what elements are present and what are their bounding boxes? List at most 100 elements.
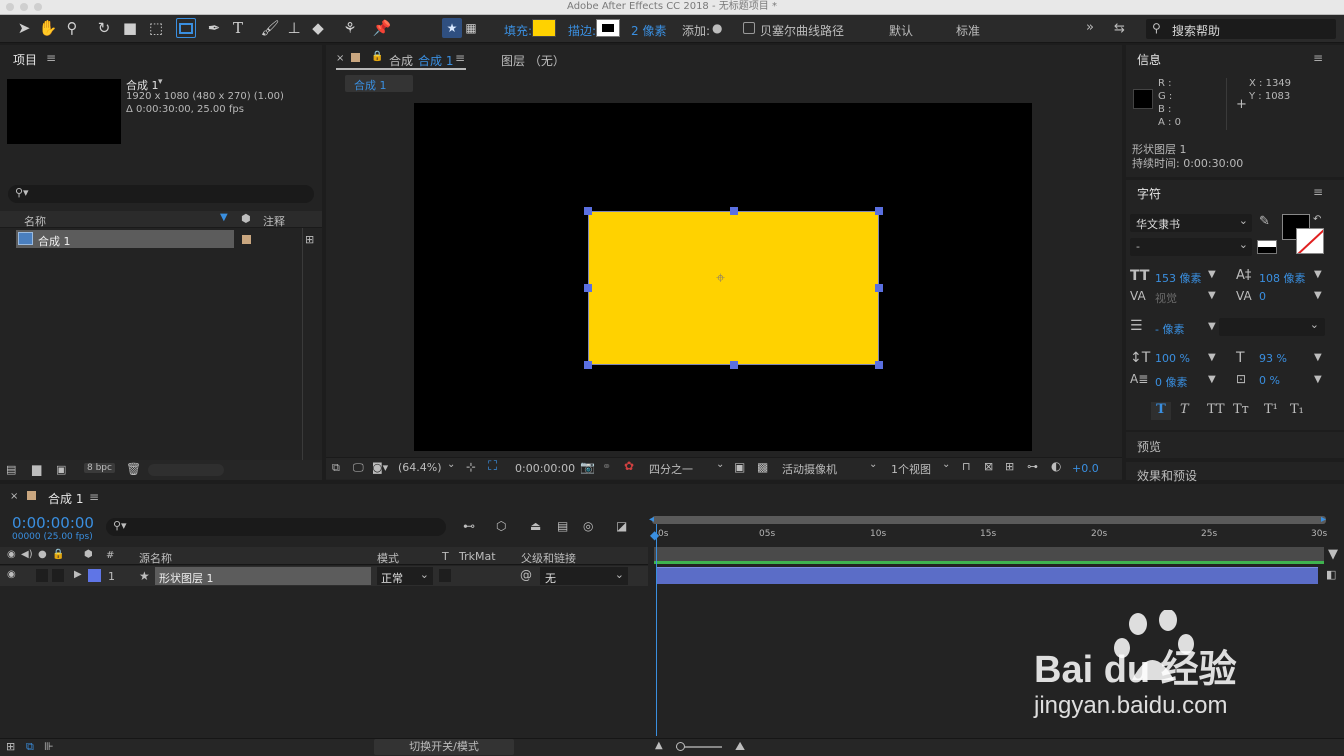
vertical-scale-value[interactable]: 100 %: [1155, 352, 1190, 365]
fast-preview-icon[interactable]: ▣: [734, 460, 745, 474]
window-close-button[interactable]: [6, 3, 14, 11]
pan-behind-tool-icon[interactable]: ⬚: [146, 18, 166, 38]
timeline-search-input[interactable]: ⚲▾: [106, 518, 446, 536]
shape-handle[interactable]: [584, 207, 592, 215]
shape-handle[interactable]: [730, 361, 738, 369]
region-of-interest-icon[interactable]: ⛶: [488, 459, 497, 474]
zoom-out-icon[interactable]: ▲: [655, 740, 663, 751]
shape-handle[interactable]: [875, 284, 883, 292]
zoom-dropdown[interactable]: (64.4%): [398, 461, 442, 474]
col-source-name[interactable]: 源名称: [139, 550, 172, 566]
font-family-dropdown[interactable]: 华文隶书 ⌄: [1130, 214, 1252, 232]
layer-switches-icon[interactable]: ⊞: [6, 740, 15, 753]
exposure-value[interactable]: +0.0: [1072, 462, 1099, 475]
all-caps-button[interactable]: TT: [1207, 402, 1225, 417]
kerning-chevron-icon[interactable]: ▼: [1208, 290, 1216, 301]
project-scrollbar[interactable]: [148, 464, 224, 476]
rectangle-tool-icon[interactable]: [176, 18, 196, 38]
parent-pickwhip-icon[interactable]: @: [520, 568, 532, 582]
solo-toggle-icon[interactable]: ●: [38, 549, 47, 560]
interpret-footage-icon[interactable]: ▤: [6, 463, 16, 476]
anchor-point-icon[interactable]: ⌖: [716, 268, 725, 288]
pen-tool-icon[interactable]: ✒: [204, 18, 224, 38]
timeline-menu-icon[interactable]: ≡: [89, 490, 99, 504]
type-tool-icon[interactable]: T: [228, 18, 248, 38]
stroke-width-chevron-icon[interactable]: ▼: [1208, 321, 1216, 332]
shape-handle[interactable]: [730, 207, 738, 215]
layer-end-icon[interactable]: ◧: [1326, 568, 1336, 581]
lock-toggle-icon[interactable]: 🔒: [52, 549, 64, 560]
resolution-dropdown[interactable]: 四分之一: [649, 461, 693, 477]
project-panel-title[interactable]: 项目: [13, 51, 37, 68]
flowchart-viewer-icon[interactable]: ⊶: [1027, 460, 1038, 473]
sync-settings-icon[interactable]: ⇆: [1114, 21, 1125, 36]
roto-brush-tool-icon[interactable]: ⚘: [340, 18, 360, 38]
fill-label[interactable]: 填充:: [504, 22, 532, 39]
show-snapshot-icon[interactable]: ⚭: [602, 460, 611, 473]
info-menu-icon[interactable]: ≡: [1313, 51, 1323, 65]
monitor-icon[interactable]: 🖵: [353, 461, 364, 475]
vertical-scale-chevron-icon[interactable]: ▼: [1208, 352, 1216, 363]
kerning-value[interactable]: 视觉: [1155, 290, 1177, 306]
timeline-zoom-knob[interactable]: [676, 742, 685, 751]
layer-row[interactable]: ◉ ▶ 1 ★ 形状图层 1 正常 ⌄ @ 无 ⌄: [0, 566, 648, 586]
stroke-width-value[interactable]: - 像素: [1155, 321, 1184, 337]
layer-visibility-icon[interactable]: ◉: [7, 569, 16, 580]
layer-mode-dropdown[interactable]: 正常 ⌄: [377, 567, 433, 585]
shy-layers-icon[interactable]: ⏏: [530, 519, 541, 533]
brush-tool-icon[interactable]: 🖌: [260, 18, 280, 38]
timeline-timecode[interactable]: 0:00:00:00: [12, 514, 94, 532]
draft-3d-timeline-icon[interactable]: ⬡: [496, 519, 506, 533]
workspace-default[interactable]: 默认: [889, 22, 913, 39]
preserve-transparency-box[interactable]: [439, 569, 451, 582]
snapshot-icon[interactable]: 📷: [580, 460, 595, 474]
time-navigator[interactable]: [652, 516, 1326, 524]
star-toggle-icon[interactable]: ★: [442, 18, 462, 38]
toggle-switches-modes-button[interactable]: 切换开关/模式: [374, 739, 514, 755]
project-menu-icon[interactable]: ≡: [46, 51, 56, 65]
label-tag-icon[interactable]: ⬢: [241, 212, 251, 225]
layer-label-color[interactable]: [88, 569, 101, 582]
views-chevron-icon[interactable]: ⌄: [942, 459, 950, 470]
new-folder-icon[interactable]: ▆: [32, 462, 41, 476]
font-size-value[interactable]: 153 像素: [1155, 270, 1202, 286]
superscript-button[interactable]: T¹: [1264, 402, 1278, 417]
reset-exposure-icon[interactable]: ◐: [1051, 459, 1061, 473]
zoom-tool-icon[interactable]: ⚲: [62, 18, 82, 38]
hand-tool-icon[interactable]: ✋: [38, 18, 58, 38]
playhead-line[interactable]: [656, 524, 657, 736]
flowchart-icon[interactable]: ⊞: [305, 233, 314, 246]
tsume-chevron-icon[interactable]: ▼: [1314, 374, 1322, 385]
character-menu-icon[interactable]: ≡: [1313, 185, 1323, 199]
rotate-tool-icon[interactable]: ↻: [94, 18, 114, 38]
video-toggle-icon[interactable]: ◉: [7, 549, 16, 560]
work-area-bar[interactable]: [654, 547, 1324, 561]
tracking-value[interactable]: 0: [1259, 290, 1266, 303]
black-white-swatch-icon[interactable]: [1257, 240, 1277, 254]
horizontal-scale-chevron-icon[interactable]: ▼: [1314, 352, 1322, 363]
leading-chevron-icon[interactable]: ▼: [1314, 269, 1322, 280]
layer-duration-bar[interactable]: [656, 567, 1318, 584]
stroke-width-value[interactable]: 2 像素: [631, 22, 666, 39]
layer-name-field[interactable]: 形状图层 1: [155, 567, 371, 585]
window-zoom-button[interactable]: [34, 3, 42, 11]
col-trkmat[interactable]: TrkMat: [459, 550, 496, 563]
tsume-value[interactable]: 0 %: [1259, 374, 1280, 387]
project-item-label-color[interactable]: [242, 235, 251, 244]
font-style-dropdown[interactable]: - ⌄: [1130, 238, 1252, 256]
layer-audio-box[interactable]: [36, 569, 48, 582]
subscript-button[interactable]: T₁: [1290, 402, 1304, 417]
frame-blending-icon[interactable]: ▤: [557, 519, 568, 533]
draft-3d-icon[interactable]: ⊠: [984, 460, 993, 473]
transparency-grid-icon[interactable]: ▩: [757, 460, 768, 474]
comp-breadcrumb[interactable]: 合成 1: [345, 75, 413, 92]
project-search-input[interactable]: ⚲▾: [8, 185, 314, 203]
faux-bold-button[interactable]: T: [1151, 402, 1171, 420]
bpc-button[interactable]: 8 bpc: [84, 463, 115, 473]
info-panel-title[interactable]: 信息: [1137, 51, 1161, 68]
shape-handle[interactable]: [875, 207, 883, 215]
comp-marker-icon[interactable]: ▼: [1328, 547, 1338, 562]
baseline-shift-chevron-icon[interactable]: ▼: [1208, 374, 1216, 385]
transfer-controls-icon[interactable]: ⧉: [26, 740, 34, 754]
puppet-pin-tool-icon[interactable]: 📌: [372, 18, 392, 38]
